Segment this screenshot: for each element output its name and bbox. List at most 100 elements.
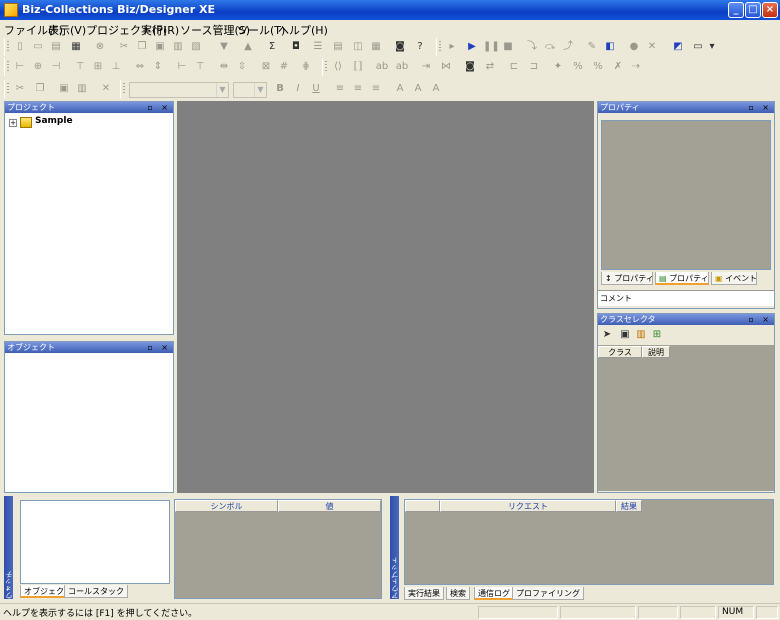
tab-property-sorted[interactable]: ↕ プロパティ	[601, 272, 654, 285]
column-header-blank[interactable]	[405, 500, 440, 512]
menu-help[interactable]: ヘルプ(H)	[278, 22, 328, 38]
cut-icon[interactable]: ✂	[117, 40, 131, 54]
font-size-select[interactable]: ▼	[233, 82, 267, 98]
underline-icon[interactable]: U	[309, 82, 323, 96]
percent-icon[interactable]: %	[571, 60, 585, 74]
deploy-icon[interactable]: ◩	[671, 40, 685, 54]
pause-icon[interactable]: ❚❚	[483, 40, 500, 54]
panel-controls-icon[interactable]: ▫ ×	[147, 102, 171, 113]
tab-property-category[interactable]: ▤ プロパティ	[655, 272, 709, 285]
copy2-icon[interactable]: ❐	[33, 82, 47, 96]
bookmark-icon[interactable]: ⊏	[507, 60, 521, 74]
column-header-class[interactable]: クラス	[598, 346, 642, 358]
tab-search[interactable]: 検索	[446, 587, 470, 600]
watch-window-icon[interactable]: ◧	[603, 40, 617, 54]
replace-icon[interactable]: ⇄	[483, 60, 497, 74]
align-top-icon[interactable]: ⊤	[73, 60, 87, 74]
grid-settings-icon[interactable]: ⋕	[299, 60, 313, 74]
lock-icon[interactable]: ▲	[241, 40, 255, 54]
binoculars-icon[interactable]: ◙	[393, 40, 407, 54]
find-icon[interactable]: ◘	[289, 40, 303, 54]
class-list[interactable]	[598, 345, 774, 491]
design-workspace[interactable]	[177, 101, 594, 493]
percent2-icon[interactable]: %	[591, 60, 605, 74]
font-name-select[interactable]: ▼	[129, 82, 229, 98]
layout-icon[interactable]: ▤	[331, 40, 345, 54]
new-file-icon[interactable]: ▯	[13, 40, 27, 54]
tab-comm-log[interactable]: 通信ログ	[474, 587, 514, 600]
maximize-button[interactable]: □	[745, 2, 761, 18]
pointer-icon[interactable]: ➤	[600, 328, 614, 342]
cut2-icon[interactable]: ✂	[13, 82, 27, 96]
binoculars2-icon[interactable]: ◙	[463, 60, 477, 74]
tree-icon[interactable]: ⊞	[650, 328, 664, 342]
step-into-icon[interactable]: ⤵	[525, 40, 539, 54]
bold-icon[interactable]: B	[273, 82, 287, 96]
save-icon[interactable]: ▤	[49, 40, 63, 54]
wand-icon[interactable]: ✦	[551, 60, 565, 74]
tab-profiling[interactable]: プロファイリング	[512, 587, 584, 600]
abc-icon[interactable]: ab	[375, 60, 389, 74]
arrow-icon[interactable]: ⇢	[629, 60, 643, 74]
center-v-icon[interactable]: ⇳	[235, 60, 249, 74]
grid-toggle-icon[interactable]: #	[277, 60, 291, 74]
align-bottom-icon[interactable]: ⊥	[109, 60, 123, 74]
sigma-icon[interactable]: Σ	[265, 40, 279, 54]
paste-icon[interactable]: ▣	[153, 40, 167, 54]
same-height-icon[interactable]: ⇕	[151, 60, 165, 74]
cross2-icon[interactable]: ✗	[611, 60, 625, 74]
property-grid[interactable]	[601, 120, 771, 270]
clear-breakpoint-icon[interactable]: ✕	[645, 40, 659, 54]
same-width-icon[interactable]: ⇔	[133, 60, 147, 74]
step-over-icon[interactable]: ⤼	[543, 40, 557, 54]
save-all-icon[interactable]: ▦	[69, 40, 83, 54]
cross-icon[interactable]: ⋈	[439, 60, 453, 74]
delete-icon[interactable]: ▼	[217, 40, 231, 54]
align-text-right-icon[interactable]: ≡	[369, 82, 383, 96]
italic-icon[interactable]: I	[291, 82, 305, 96]
align-left-icon[interactable]: ⊢	[13, 60, 27, 74]
bracket2-icon[interactable]: ⟦⟧	[351, 60, 365, 74]
form-icon[interactable]: ▣	[618, 328, 632, 342]
close-button[interactable]: ×	[762, 2, 778, 18]
column-header-result[interactable]: 結果	[616, 500, 642, 512]
space-h-icon[interactable]: ⊢	[175, 60, 189, 74]
help-icon[interactable]: ?	[413, 40, 427, 54]
tab-run-result[interactable]: 実行結果	[404, 587, 444, 600]
column-header-description[interactable]: 説明	[642, 346, 670, 358]
paste-file-icon[interactable]: ▧	[189, 40, 203, 54]
chevron-down-icon[interactable]: ▾	[705, 40, 719, 54]
column-header-request[interactable]: リクエスト	[440, 500, 616, 512]
panel-controls-icon[interactable]: ▫ ×	[748, 314, 772, 325]
column-header-symbol[interactable]: シンボル	[175, 500, 278, 512]
expand-icon[interactable]: +	[9, 119, 17, 127]
align-right-icon[interactable]: ⊣	[49, 60, 63, 74]
column-header-value[interactable]: 値	[278, 500, 381, 512]
panel-controls-icon[interactable]: ▫ ×	[748, 102, 772, 113]
watch-object-view[interactable]	[20, 500, 170, 584]
menu-run[interactable]: 実行(R)	[141, 22, 179, 38]
target-dropdown-icon[interactable]: ▭	[691, 40, 705, 54]
bracket-icon[interactable]: ⟨⟩	[331, 60, 345, 74]
indent-icon[interactable]: ⇥	[419, 60, 433, 74]
component-icon[interactable]: ▥	[634, 328, 648, 342]
align-text-center-icon[interactable]: ≡	[351, 82, 365, 96]
watch-list[interactable]	[174, 499, 382, 599]
snap-icon[interactable]: ⊠	[259, 60, 273, 74]
paste2-icon[interactable]: ▣	[57, 82, 71, 96]
step-out-icon[interactable]: ⤴	[561, 40, 575, 54]
grid-icon[interactable]: ▦	[369, 40, 383, 54]
step-icon[interactable]: ▸	[445, 40, 459, 54]
space-v-icon[interactable]: ⊤	[193, 60, 207, 74]
tab-event[interactable]: ▣ イベント	[711, 272, 757, 285]
copy-icon[interactable]: ❐	[135, 40, 149, 54]
link-icon[interactable]: ⊗	[93, 40, 107, 54]
menu-view[interactable]: 表示(V)	[48, 22, 86, 38]
panel-controls-icon[interactable]: ▫ ×	[147, 342, 171, 353]
list-icon[interactable]: ☰	[311, 40, 325, 54]
center-h-icon[interactable]: ⇹	[217, 60, 231, 74]
run-icon[interactable]: ▶	[465, 40, 479, 54]
align-text-left-icon[interactable]: ≡	[333, 82, 347, 96]
copy-file-icon[interactable]: ▥	[171, 40, 185, 54]
watch-add-icon[interactable]: ✎	[585, 40, 599, 54]
